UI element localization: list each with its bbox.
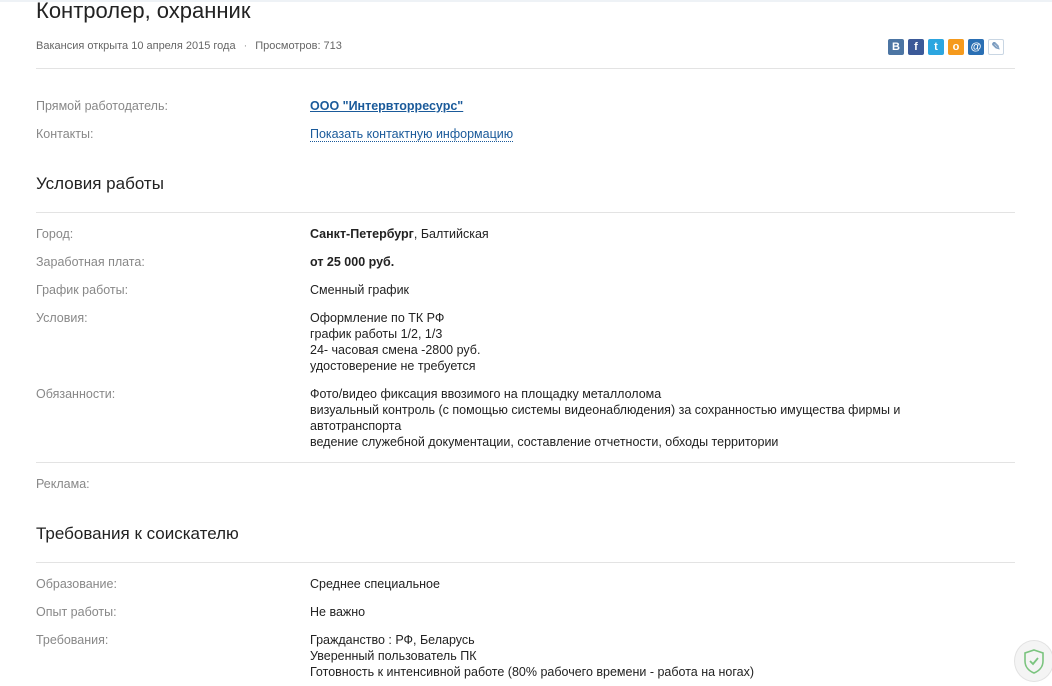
mail-icon[interactable]: @ — [968, 39, 984, 55]
terms-label: Условия: — [36, 311, 88, 325]
livejournal-icon[interactable]: ✎ — [988, 39, 1004, 55]
terms-line: удостоверение не требуется — [310, 359, 476, 373]
schedule-label: График работы: — [36, 283, 129, 297]
city-label: Город: — [36, 227, 74, 241]
employer-link[interactable]: ООО "Интервторресурс" — [310, 99, 463, 113]
employer-label: Прямой работодатель: — [36, 99, 168, 113]
experience-label: Опыт работы: — [36, 605, 117, 619]
duties-list: Фото/видео фиксация ввозимого на площадк… — [310, 386, 900, 450]
divider — [36, 562, 1015, 563]
salary-amount: от 25 000 руб. — [310, 255, 395, 269]
odnoklassniki-icon[interactable]: о — [948, 39, 964, 55]
city-name: Санкт-Петербург — [310, 227, 414, 241]
terms-line: график работы 1/2, 1/3 — [310, 327, 443, 341]
contacts-value: Показать контактную информацию — [310, 126, 514, 142]
schedule-value: Сменный график — [310, 283, 410, 297]
page-title: Контролер, охранник — [36, 0, 251, 23]
city-value: Санкт-Петербург, Балтийская — [310, 226, 489, 242]
education-label: Образование: — [36, 577, 117, 591]
meta-separator: · — [243, 40, 248, 52]
employer-value: ООО "Интервторресурс" — [310, 98, 463, 114]
show-contacts-link[interactable]: Показать контактную информацию — [310, 127, 514, 142]
ads-label: Реклама: — [36, 477, 90, 491]
experience-value: Не важно — [310, 605, 366, 619]
twitter-icon[interactable]: t — [928, 39, 944, 55]
opened-date: Вакансия открыта 10 апреля 2015 года — [36, 40, 236, 52]
salary-value: от 25 000 руб. — [310, 254, 394, 270]
education-value: Среднее специальное — [310, 577, 440, 591]
duties-line: автотранспорта — [310, 419, 402, 433]
facebook-icon[interactable]: f — [908, 39, 924, 55]
shield-icon[interactable] — [1014, 640, 1052, 682]
views-count: Просмотров: 713 — [255, 40, 342, 52]
terms-line: 24- часовая смена -2800 руб. — [310, 343, 481, 357]
vacancy-meta: Вакансия открыта 10 апреля 2015 года · Про… — [36, 40, 342, 52]
duties-label: Обязанности: — [36, 387, 116, 401]
requirements-line: Готовность к интенсивной работе (80% раб… — [310, 665, 755, 679]
terms-line: Оформление по ТК РФ — [310, 311, 445, 325]
divider — [36, 212, 1015, 213]
duties-line: визуальный контроль (с помощью системы в… — [310, 403, 901, 417]
requirements-line: Уверенный пользователь ПК — [310, 649, 477, 663]
duties-line: Фото/видео фиксация ввозимого на площадк… — [310, 387, 662, 401]
duties-line: ведение служебной документации, составле… — [310, 435, 779, 449]
divider — [36, 68, 1015, 69]
contacts-label: Контакты: — [36, 127, 94, 141]
requirements-line: Гражданство : РФ, Беларусь — [310, 633, 475, 647]
divider — [36, 462, 1015, 463]
vk-icon[interactable]: B — [888, 39, 904, 55]
share-buttons: B f t о @ ✎ — [888, 39, 1004, 55]
section-heading-requirements: Требования к соискателю — [36, 524, 239, 543]
section-heading-conditions: Условия работы — [36, 174, 164, 193]
requirements-label: Требования: — [36, 633, 109, 647]
metro-station: , Балтийская — [413, 227, 489, 241]
requirements-list: Гражданство : РФ, Беларусь Уверенный пол… — [310, 632, 754, 680]
terms-list: Оформление по ТК РФ график работы 1/2, 1… — [310, 310, 480, 374]
salary-label: Заработная плата: — [36, 255, 145, 269]
